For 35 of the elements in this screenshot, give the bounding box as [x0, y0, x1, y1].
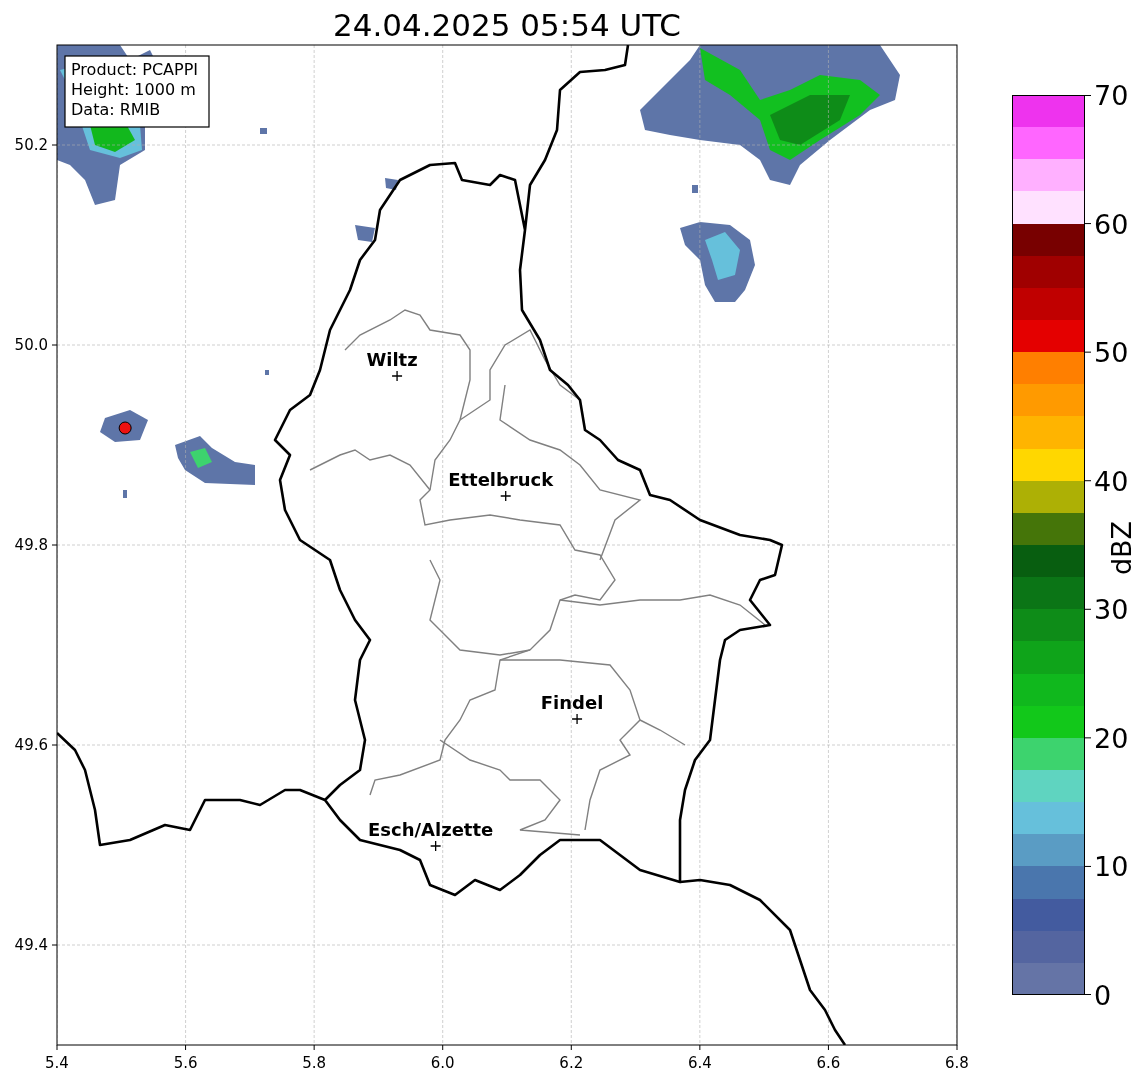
colorbar-tick-label: 60	[1094, 208, 1129, 240]
colorbar-tick-label: 20	[1094, 722, 1129, 754]
city-marker-icon	[430, 840, 442, 852]
city-marker-icon	[500, 490, 512, 502]
axis-tick-label: 50.2	[14, 136, 48, 154]
info-text: Height: 1000 m	[71, 80, 196, 99]
axis-tick-label: 6.6	[816, 1054, 841, 1072]
colorbar-label: dBZ	[1106, 520, 1137, 576]
colorbar-tick-label: 40	[1094, 465, 1129, 497]
axis-tick-label: 6.2	[559, 1054, 584, 1072]
city-marker-icon	[391, 370, 403, 382]
axis-tick-label: 49.6	[14, 736, 48, 754]
axis-tick-label: 49.8	[14, 536, 48, 554]
axis-tick-label: 50.0	[14, 336, 48, 354]
axis-tick-label: 6.4	[687, 1054, 712, 1072]
axis-tick-label: 5.8	[302, 1054, 327, 1072]
chart-title: 24.04.2025 05:54 UTC	[333, 7, 681, 43]
axis-tick-label: 6.0	[430, 1054, 455, 1072]
colorbar-tick-label: 0	[1094, 980, 1112, 1011]
city-label: Ettelbruck	[448, 469, 554, 490]
colorbar-tick-label: 30	[1094, 594, 1129, 626]
info-text: Product: PCAPPI	[71, 60, 198, 79]
city-label: Wiltz	[366, 349, 418, 370]
colorbar-tick-label: 10	[1094, 851, 1129, 883]
colorbar-tick-label: 50	[1094, 337, 1129, 369]
axis-tick-label: 5.4	[45, 1054, 69, 1072]
axis-tick-label: 49.4	[14, 936, 48, 954]
info-text: Data: RMIB	[71, 100, 161, 119]
colorbar-tick-label: 70	[1094, 80, 1129, 111]
city-marker-icon	[571, 713, 583, 725]
radar-station-marker	[118, 421, 132, 435]
axis-tick-label: 5.6	[173, 1054, 198, 1072]
city-label: Findel	[540, 692, 604, 713]
city-label: Esch/Alzette	[368, 819, 494, 840]
axis-tick-label: 6.8	[945, 1054, 969, 1072]
